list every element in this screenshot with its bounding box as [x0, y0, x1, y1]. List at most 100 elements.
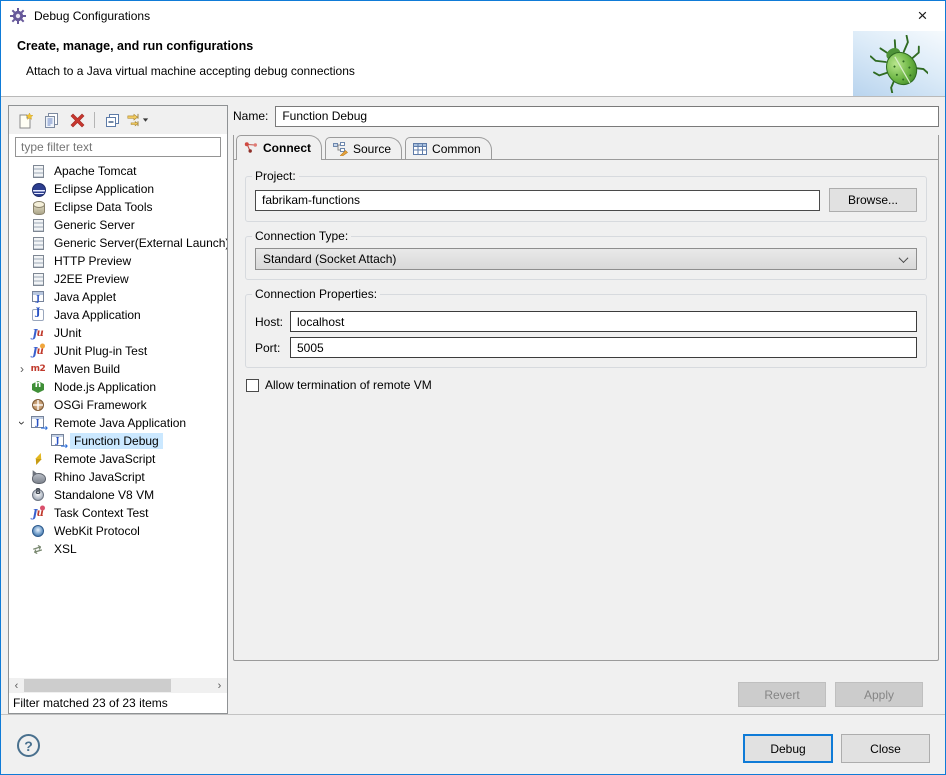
tab-label: Source — [353, 142, 391, 156]
tree-item-java-applet[interactable]: Java Applet — [9, 288, 227, 306]
filter-launch-configurations-icon[interactable] — [127, 109, 149, 131]
launch-configuration-gear-icon — [10, 8, 26, 24]
tree-item-label: Java Application — [50, 307, 145, 323]
task-test-icon — [30, 505, 46, 521]
tree-item-remote-javascript[interactable]: Remote JavaScript — [9, 450, 227, 468]
help-icon[interactable]: ? — [17, 734, 40, 757]
debug-bug-image — [853, 31, 945, 96]
tree-item-rhino-javascript[interactable]: Rhino JavaScript — [9, 468, 227, 486]
scrollbar-track[interactable] — [24, 678, 212, 693]
chevron-collapsed-icon[interactable]: › — [14, 361, 30, 377]
tree-item-eclipse-data-tools[interactable]: Eclipse Data Tools — [9, 198, 227, 216]
duplicate-configuration-icon[interactable] — [40, 109, 62, 131]
tab-label: Connect — [263, 141, 311, 155]
tree-item-label: Remote Java Application — [50, 415, 190, 431]
tree-item-apache-tomcat[interactable]: Apache Tomcat — [9, 162, 227, 180]
project-group: Project: Browse... — [245, 169, 927, 222]
project-label: Project: — [252, 169, 299, 183]
tree-item-eclipse-application[interactable]: Eclipse Application — [9, 180, 227, 198]
configurations-panel: Apache TomcatEclipse ApplicationEclipse … — [8, 105, 228, 714]
apply-button[interactable]: Apply — [835, 682, 923, 707]
tree-item-junit[interactable]: JUnit — [9, 324, 227, 342]
tree-item-node-js-application[interactable]: Node.js Application — [9, 378, 227, 396]
toolbar-separator — [94, 112, 95, 128]
tree-item-label: WebKit Protocol — [50, 523, 144, 539]
filter-wrap — [9, 134, 227, 161]
tree-item-standalone-v8-vm[interactable]: Standalone V8 VM — [9, 486, 227, 504]
eclipse-icon — [30, 181, 46, 197]
header-banner: Create, manage, and run configurations A… — [1, 31, 945, 97]
tree-item-label: Generic Server(External Launch) — [50, 235, 227, 251]
project-input[interactable] — [255, 190, 820, 211]
tree-item-label: OSGi Framework — [50, 397, 151, 413]
osgi-icon — [30, 397, 46, 413]
horizontal-scrollbar[interactable]: ‹ › — [9, 678, 227, 693]
chevron-down-icon — [899, 253, 909, 263]
tab-common[interactable]: Common — [405, 137, 492, 159]
tab-folder: Connect Source Common Project: Browse... C… — [233, 135, 939, 661]
tree-item-generic-server-external-launch-[interactable]: Generic Server(External Launch) — [9, 234, 227, 252]
scroll-right-icon[interactable]: › — [212, 678, 227, 693]
tree-item-j2ee-preview[interactable]: J2EE Preview — [9, 270, 227, 288]
tab-connect[interactable]: Connect — [236, 135, 322, 160]
connection-properties-group: Connection Properties: Host: Port: — [245, 287, 927, 368]
banner-title: Create, manage, and run configurations — [17, 39, 253, 53]
close-icon[interactable]: × — [900, 1, 945, 30]
chevron-expanded-icon[interactable]: › — [14, 415, 30, 431]
tree-item-task-context-test[interactable]: Task Context Test — [9, 504, 227, 522]
scrollbar-thumb[interactable] — [24, 679, 171, 692]
node-icon — [30, 379, 46, 395]
debug-button[interactable]: Debug — [743, 734, 833, 763]
filter-status: Filter matched 23 of 23 items — [9, 693, 227, 713]
allow-termination-label: Allow termination of remote VM — [265, 378, 432, 392]
button-bar-separator — [1, 714, 945, 715]
junit-icon — [30, 325, 46, 341]
remote-java-icon — [50, 433, 66, 449]
name-input[interactable] — [275, 106, 939, 127]
tree-item-webkit-protocol[interactable]: WebKit Protocol — [9, 522, 227, 540]
new-launch-configuration-icon[interactable] — [14, 109, 36, 131]
connect-tab-content: Project: Browse... Connection Type: Stan… — [234, 160, 938, 392]
tree-item-generic-server[interactable]: Generic Server — [9, 216, 227, 234]
connection-type-value: Standard (Socket Attach) — [263, 252, 900, 266]
server-icon — [30, 163, 46, 179]
configuration-detail-panel: Name: ConnectSourceCommon Project: Brows… — [233, 105, 939, 714]
connection-type-select[interactable]: Standard (Socket Attach) — [255, 248, 917, 270]
title-bar: Debug Configurations × — [1, 1, 945, 31]
tree-item-remote-java-application[interactable]: › Remote Java Application — [9, 414, 227, 432]
tree-item-label: Remote JavaScript — [50, 451, 159, 467]
tree-item-label: XSL — [50, 541, 81, 557]
connection-properties-label: Connection Properties: — [252, 287, 380, 301]
port-input[interactable] — [290, 337, 917, 358]
allow-termination-checkbox[interactable] — [246, 379, 259, 392]
tree-item-maven-build[interactable]: ›Maven Build — [9, 360, 227, 378]
tree-item-function-debug[interactable]: Function Debug — [9, 432, 227, 450]
close-button[interactable]: Close — [841, 734, 930, 763]
tree-item-label: Eclipse Application — [50, 181, 158, 197]
source-icon — [333, 142, 348, 156]
debug-configurations-dialog: Debug Configurations × Create, manage, a… — [0, 0, 946, 775]
tree-item-junit-plug-in-test[interactable]: JUnit Plug-in Test — [9, 342, 227, 360]
filter-input[interactable] — [15, 137, 221, 157]
tree-item-java-application[interactable]: Java Application — [9, 306, 227, 324]
configurations-tree: Apache TomcatEclipse ApplicationEclipse … — [9, 161, 227, 678]
server-icon — [30, 217, 46, 233]
tree-item-label: JUnit Plug-in Test — [50, 343, 151, 359]
tab-source[interactable]: Source — [325, 137, 402, 159]
delete-configuration-icon[interactable] — [66, 109, 88, 131]
tree-item-osgi-framework[interactable]: OSGi Framework — [9, 396, 227, 414]
java-icon — [30, 307, 46, 323]
tree-item-label: Rhino JavaScript — [50, 469, 149, 485]
v8-icon — [30, 487, 46, 503]
collapse-all-icon[interactable] — [101, 109, 123, 131]
tree-item-xsl[interactable]: XSL — [9, 540, 227, 558]
tabs-row: Connect Source Common — [234, 135, 938, 160]
scroll-left-icon[interactable]: ‹ — [9, 678, 24, 693]
tab-label: Common — [432, 142, 481, 156]
tree-item-label: Task Context Test — [50, 505, 153, 521]
revert-button[interactable]: Revert — [738, 682, 826, 707]
browse-button[interactable]: Browse... — [829, 188, 917, 212]
host-input[interactable] — [290, 311, 917, 332]
tree-item-label: HTTP Preview — [50, 253, 135, 269]
tree-item-http-preview[interactable]: HTTP Preview — [9, 252, 227, 270]
